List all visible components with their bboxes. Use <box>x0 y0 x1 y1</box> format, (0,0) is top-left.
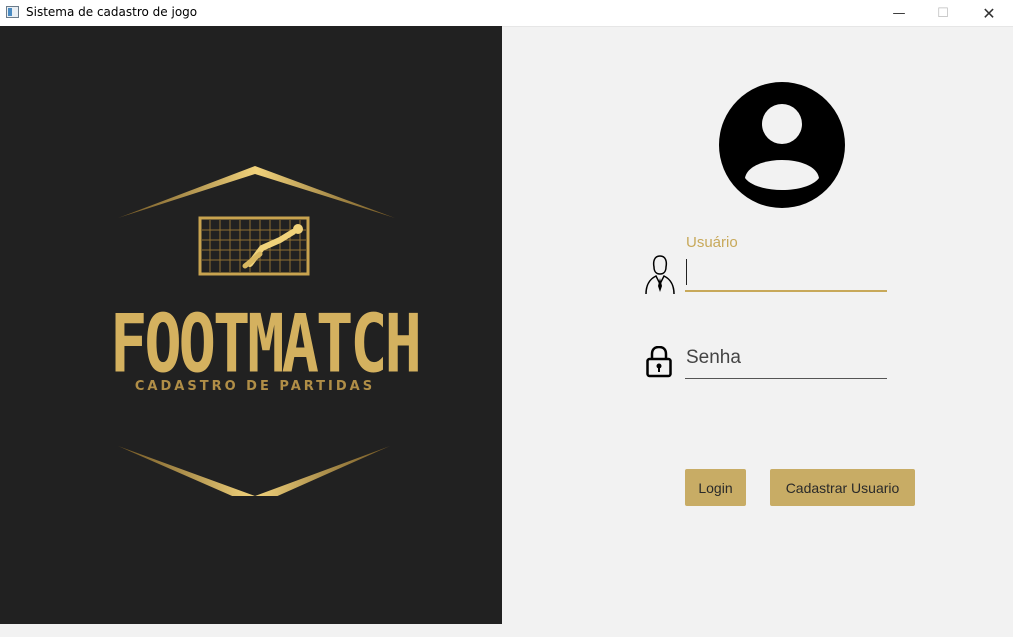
login-button[interactable]: Login <box>685 469 746 506</box>
app-icon <box>6 6 19 18</box>
username-label: Usuário <box>686 234 738 251</box>
maximize-button[interactable]: ☐ <box>920 0 966 26</box>
window-titlebar: Sistema de cadastro de jogo — ☐ ✕ <box>0 0 1013 27</box>
password-placeholder: Senha <box>686 347 741 368</box>
register-user-button[interactable]: Cadastrar Usuario <box>770 469 915 506</box>
username-input[interactable] <box>685 256 887 292</box>
logo-subtitle: CADASTRO DE PARTIDAS <box>134 379 376 394</box>
goalkeeper-net-icon <box>198 216 310 276</box>
logo-panel: FOOTMATCH CADASTRO DE PARTIDAS <box>0 26 502 624</box>
logo-title: FOOTMATCH <box>110 296 422 391</box>
lock-icon <box>646 345 672 378</box>
bottom-chevron-shape <box>118 446 390 506</box>
roof-chevron-shape <box>118 166 395 218</box>
password-input[interactable]: Senha <box>685 342 887 379</box>
window-title: Sistema de cadastro de jogo <box>26 5 198 19</box>
footmatch-logo: FOOTMATCH CADASTRO DE PARTIDAS <box>110 166 422 506</box>
text-caret <box>686 259 687 285</box>
user-outline-icon <box>644 254 676 296</box>
minimize-button[interactable]: — <box>876 0 922 26</box>
window-bottom-edge <box>0 624 1013 637</box>
close-button[interactable]: ✕ <box>966 0 1012 26</box>
user-circle-icon <box>719 82 845 208</box>
